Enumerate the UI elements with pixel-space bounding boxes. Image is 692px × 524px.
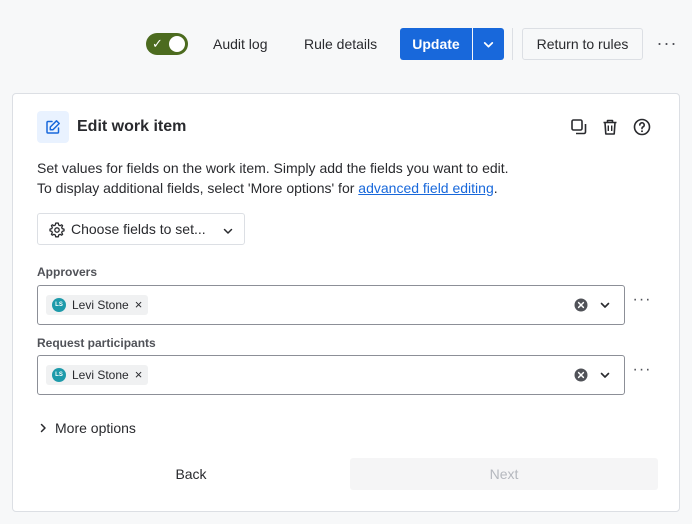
- toggle-knob: [169, 36, 185, 52]
- chip-user-name: Levi Stone: [72, 298, 129, 312]
- return-to-rules-button[interactable]: Return to rules: [522, 28, 643, 60]
- description-line-1: Set values for fields on the work item. …: [37, 160, 509, 176]
- choose-fields-button[interactable]: Choose fields to set...: [37, 213, 245, 245]
- advanced-field-editing-link[interactable]: advanced field editing: [358, 180, 493, 196]
- user-chip: LS Levi Stone ×: [46, 365, 149, 385]
- avatar: LS: [52, 298, 66, 312]
- avatar: LS: [52, 368, 66, 382]
- clear-icon[interactable]: [573, 367, 589, 383]
- request-participants-label: Request participants: [37, 336, 156, 350]
- clear-icon[interactable]: [573, 297, 589, 313]
- chevron-down-icon: [223, 228, 233, 234]
- panel-description: Set values for fields on the work item. …: [37, 158, 657, 198]
- choose-fields-label: Choose fields to set...: [71, 221, 206, 237]
- approvers-field[interactable]: LS Levi Stone ×: [37, 285, 625, 325]
- remove-chip-button[interactable]: ×: [135, 298, 143, 312]
- copy-icon[interactable]: [570, 118, 588, 136]
- user-chip: LS Levi Stone ×: [46, 295, 149, 315]
- chevron-down-icon[interactable]: [599, 299, 611, 311]
- description-text: To display additional fields, select 'Mo…: [37, 180, 359, 196]
- checkmark-icon: ✓: [152, 36, 163, 51]
- update-button[interactable]: Update: [400, 28, 472, 60]
- chevron-down-icon[interactable]: [599, 369, 611, 381]
- back-button[interactable]: Back: [37, 458, 345, 490]
- chevron-down-icon: [483, 42, 494, 48]
- trash-icon[interactable]: [601, 118, 619, 136]
- description-line-2: To display additional fields, select 'Mo…: [37, 178, 657, 198]
- request-participants-field[interactable]: LS Levi Stone ×: [37, 355, 625, 395]
- approvers-more-button[interactable]: ···: [631, 292, 653, 313]
- remove-chip-button[interactable]: ×: [135, 368, 143, 382]
- edit-icon: [46, 120, 60, 134]
- gear-icon: [49, 222, 65, 238]
- edit-work-item-panel: Edit work item Set values for fields on …: [12, 93, 680, 512]
- approvers-label: Approvers: [37, 265, 98, 279]
- edit-icon-container: [37, 111, 69, 143]
- rule-toolbar: ✓ Audit log Rule details Update Return t…: [0, 0, 692, 88]
- toolbar-divider: [512, 28, 513, 60]
- chevron-right-icon: [40, 423, 46, 433]
- description-period: .: [493, 180, 498, 196]
- panel-title: Edit work item: [77, 118, 187, 135]
- more-actions-button[interactable]: ···: [656, 30, 678, 58]
- chip-user-name: Levi Stone: [72, 368, 129, 382]
- audit-log-button[interactable]: Audit log: [213, 28, 267, 60]
- rule-details-button[interactable]: Rule details: [304, 28, 377, 60]
- help-icon[interactable]: [633, 118, 651, 136]
- more-options-label: More options: [55, 420, 136, 436]
- more-options-toggle[interactable]: More options: [37, 418, 136, 438]
- update-dropdown-button[interactable]: [473, 28, 504, 60]
- next-button[interactable]: Next: [350, 458, 658, 490]
- rule-enabled-toggle[interactable]: ✓: [146, 33, 188, 55]
- request-participants-more-button[interactable]: ···: [631, 362, 653, 383]
